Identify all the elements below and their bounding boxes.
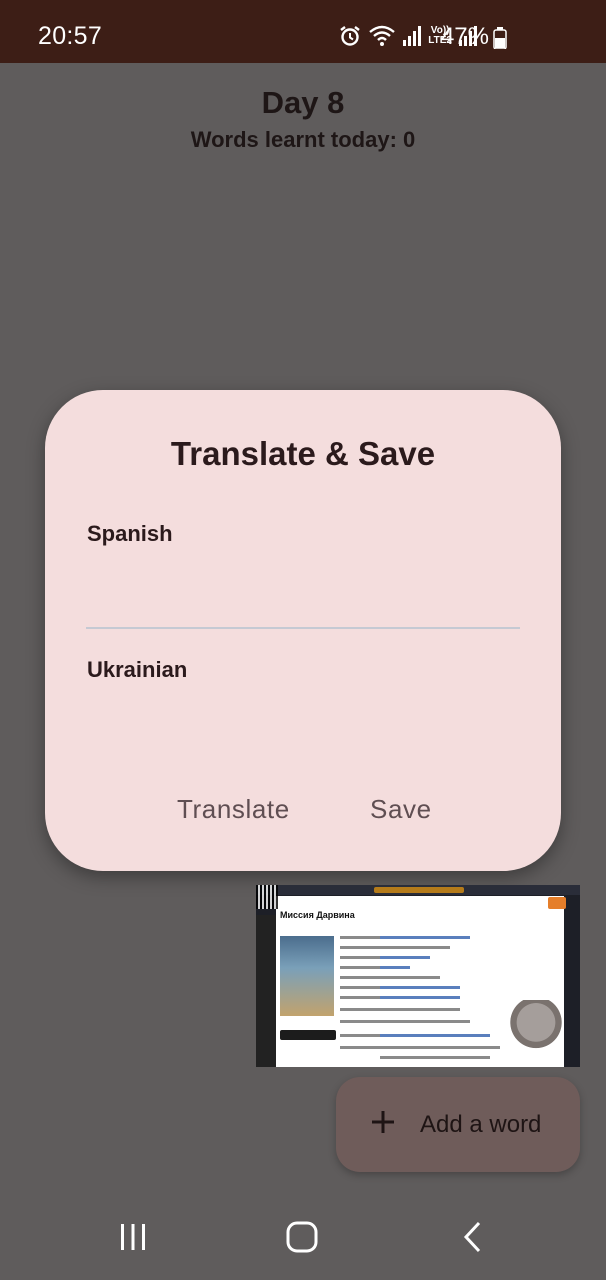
wifi-icon [368, 25, 396, 47]
spanish-label: Spanish [87, 521, 173, 546]
back-icon [461, 1221, 483, 1258]
thumbnail-qr-code [256, 885, 278, 909]
plus-icon [370, 1109, 396, 1140]
status-time: 20:57 [38, 22, 103, 50]
day-title: Day 8 [261, 85, 345, 120]
battery-icon [493, 27, 507, 54]
add-word-button[interactable]: Add a word [336, 1077, 580, 1172]
translate-button[interactable]: Translate [165, 786, 302, 833]
signal-icon [402, 25, 422, 47]
dialog-title: Translate & Save [170, 435, 436, 472]
save-button[interactable]: Save [358, 786, 444, 833]
screenshot-thumbnail[interactable]: Миссия Дарвина [256, 885, 580, 1067]
status-bar: 20:57 Vo)) LTE2 47% [0, 0, 606, 63]
home-button[interactable] [282, 1220, 322, 1259]
spanish-input[interactable] [87, 585, 520, 621]
spanish-input-underline [86, 627, 520, 629]
thumbnail-extension-icon [548, 897, 566, 909]
thumbnail-poster [280, 936, 334, 1016]
battery-percent: 47% [440, 23, 489, 50]
thumbnail-poster-button [280, 1030, 336, 1040]
thumbnail-page-title: Миссия Дарвина [280, 910, 355, 920]
navigation-bar [0, 1198, 606, 1280]
ukrainian-input[interactable] [87, 710, 520, 746]
ukrainian-label: Ukrainian [87, 657, 188, 682]
translate-save-dialog: Translate & Save Spanish Ukrainian Trans… [45, 390, 561, 871]
recents-icon [118, 1222, 148, 1257]
add-word-label: Add a word [420, 1110, 542, 1138]
words-learnt-today: Words learnt today: 0 [190, 127, 416, 152]
thumbnail-browser-bar [256, 885, 580, 895]
thumbnail-side-panel [256, 915, 276, 1067]
home-icon [285, 1220, 319, 1259]
recents-button[interactable] [113, 1222, 153, 1256]
alarm-icon [338, 24, 362, 48]
back-button[interactable] [452, 1221, 492, 1258]
thumbnail-cat-image [510, 1000, 562, 1056]
